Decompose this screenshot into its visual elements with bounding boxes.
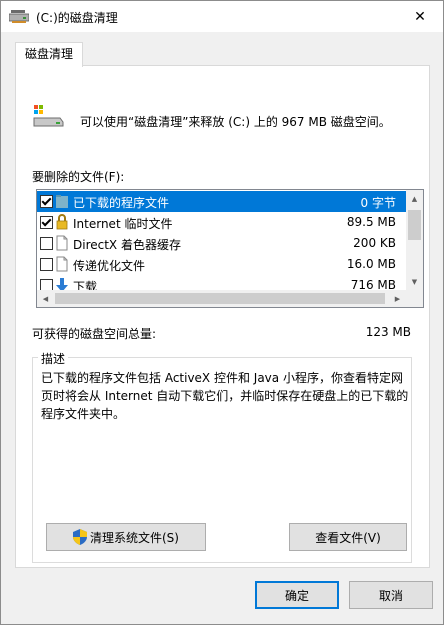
file-list-row[interactable]: 传递优化文件 16.0 MB [37,254,406,275]
file-category-name: Internet 临时文件 [73,217,173,231]
file-list-row[interactable]: Internet 临时文件 89.5 MB [37,212,406,233]
uac-shield-icon [73,529,87,545]
lock-icon [55,214,69,230]
file-category-size: 0 字节 [360,196,396,210]
tab-disk-cleanup[interactable]: 磁盘清理 [15,42,83,67]
scroll-left-icon[interactable]: ◀ [37,290,54,307]
files-to-delete-list[interactable]: 已下载的程序文件 0 字节 Internet 临时文件 89.5 MB DirectX … [36,189,424,308]
description-legend: 描述 [38,350,69,367]
scroll-right-icon[interactable]: ▶ [389,290,406,307]
disk-cleanup-dialog: (C:)的磁盘清理 ✕ 磁盘清理 可以使用“磁盘清理”来释放 (C:) 上的 9… [0,0,444,625]
scroll-up-icon[interactable]: ▲ [406,190,423,207]
cleanup-system-files-button[interactable]: 清理系统文件(S) [46,523,206,551]
horizontal-scrollbar[interactable]: ◀ ▶ [37,290,423,307]
vertical-scrollbar[interactable]: ▲ ▼ [406,190,423,290]
ok-label: 确定 [284,588,309,603]
scroll-down-icon[interactable]: ▼ [406,273,423,290]
file-category-name: DirectX 着色器缓存 [73,238,181,252]
cancel-label: 取消 [378,588,403,603]
vertical-scroll-thumb[interactable] [408,210,421,240]
file-checkbox[interactable] [40,216,53,229]
file-category-size: 89.5 MB [346,215,396,229]
window-title: (C:)的磁盘清理 [36,11,118,25]
ok-button[interactable]: 确定 [255,581,339,609]
file-checkbox[interactable] [40,237,53,250]
file-list-row[interactable]: DirectX 着色器缓存 200 KB [37,233,406,254]
folder-icon [55,193,69,209]
cancel-button[interactable]: 取消 [349,581,433,609]
total-space-value: 123 MB [365,325,411,339]
file-checkbox[interactable] [40,258,53,271]
hard-drive-icon [33,105,64,127]
file-category-name: 传递优化文件 [73,259,146,273]
view-files-label: 查看文件(V) [315,530,381,545]
close-icon: ✕ [414,8,426,25]
file-checkbox[interactable] [40,195,53,208]
files-to-delete-label: 要删除的文件(F): [32,170,125,184]
dialog-client-area: 磁盘清理 可以使用“磁盘清理”来释放 (C:) 上的 967 MB 磁盘空间。 … [1,32,443,624]
disk-cleanup-icon [9,10,29,23]
file-category-name: 已下载的程序文件 [73,196,170,210]
close-button[interactable]: ✕ [397,1,443,32]
document-icon [55,256,69,272]
description-text: 已下载的程序文件包括 ActiveX 控件和 Java 小程序，你查看特定网页时… [41,371,409,421]
document-icon [55,235,69,251]
tab-panel: 可以使用“磁盘清理”来释放 (C:) 上的 967 MB 磁盘空间。 要删除的文… [15,65,430,568]
summary-text: 可以使用“磁盘清理”来释放 (C:) 上的 967 MB 磁盘空间。 [80,115,391,129]
cleanup-system-files-label: 清理系统文件(S) [90,530,179,545]
file-category-size: 200 KB [353,236,396,250]
total-space-label: 可获得的磁盘空间总量: [32,327,157,341]
title-bar[interactable]: (C:)的磁盘清理 ✕ [1,1,443,32]
view-files-button[interactable]: 查看文件(V) [289,523,407,551]
file-list-row[interactable]: 已下载的程序文件 0 字节 [37,191,406,212]
horizontal-scroll-thumb[interactable] [55,293,385,304]
file-category-size: 16.0 MB [346,257,396,271]
